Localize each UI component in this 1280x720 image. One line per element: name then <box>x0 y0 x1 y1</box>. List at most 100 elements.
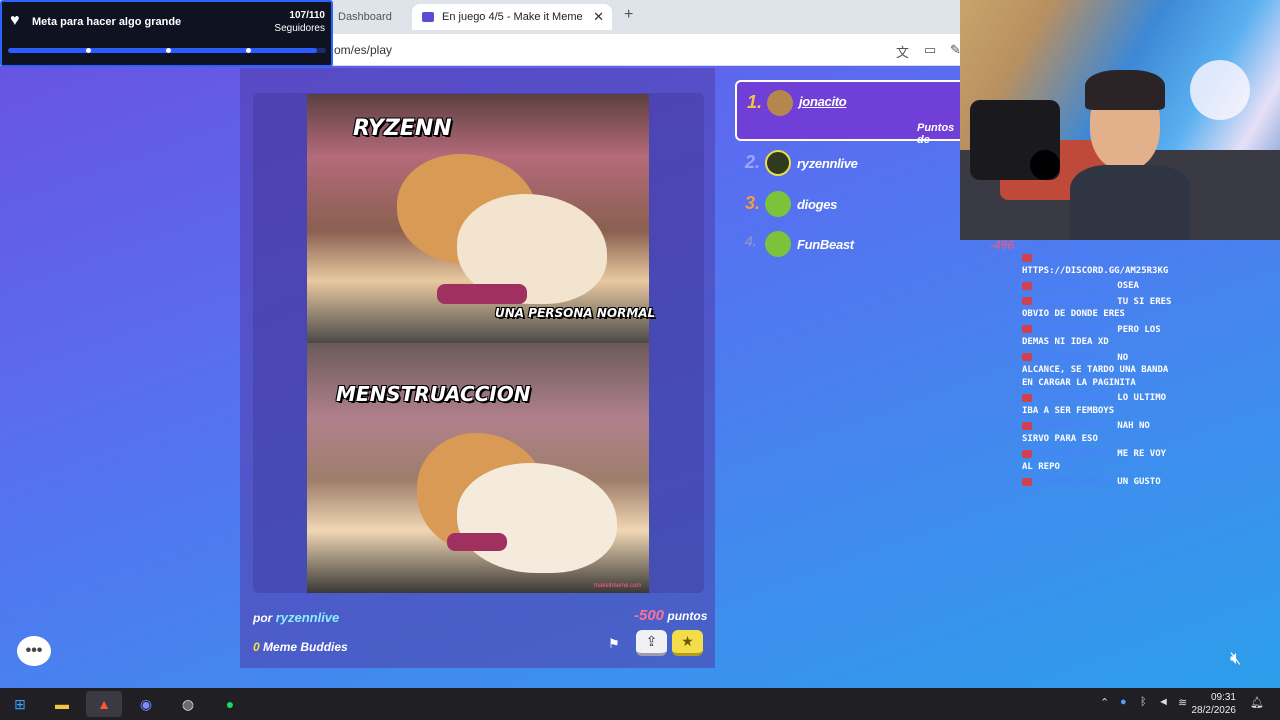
notifications-icon[interactable]: 🔔︎ <box>1250 696 1264 709</box>
clock[interactable]: 09:31 28/2/2026 <box>1192 691 1237 717</box>
chat-text: UN GUSTO <box>1117 477 1161 487</box>
taskbar: ⊞ ▬ ▲ ◉ ◍ ● ⌃ ● ᛒ ◄ ≋ 09:31 28/2/2026 🔔︎ <box>0 688 1280 720</box>
share-button[interactable]: ⇪ <box>636 630 667 656</box>
goal-title: Meta para hacer algo grande <box>32 16 182 28</box>
volume-icon[interactable]: ◄ <box>1158 696 1169 708</box>
brave-browser-icon[interactable]: ▲ <box>86 691 122 717</box>
scoreboard-entry-3: 3. dioges <box>735 189 965 221</box>
badge-icon <box>1022 325 1032 333</box>
report-flag-icon[interactable]: ⚑ <box>608 636 620 652</box>
meme-score-row: -500 puntos <box>634 607 707 624</box>
badge-icon <box>1022 477 1032 486</box>
player-name[interactable]: ryzennlive <box>797 156 858 171</box>
bluetooth-icon[interactable]: ᛒ <box>1140 696 1147 708</box>
obs-icon[interactable]: ◍ <box>170 691 206 717</box>
goal-count: 107/110 <box>289 10 325 21</box>
url-text[interactable]: om/es/play <box>334 43 392 57</box>
avatar <box>765 231 791 257</box>
chat-bubble-button[interactable]: ••• <box>17 636 51 666</box>
tab-title: En juego 4/5 - Make it Meme <box>442 11 583 23</box>
meme-watermark: makeitmeme.com <box>594 583 642 589</box>
meme-top-subcaption: UNA PERSONA NORMAL <box>495 306 656 320</box>
tab-dashboard[interactable]: Dashboard <box>330 4 408 30</box>
badge-icon <box>1022 449 1032 458</box>
rank-number: 3. <box>745 193 761 213</box>
chat-username: ROXXYMIGURDIA: <box>1036 477 1112 487</box>
player-name[interactable]: dioges <box>797 197 837 212</box>
points-label: puntos <box>667 609 708 623</box>
chat-text: OSEA <box>1117 281 1139 291</box>
chat-username: ROXXYMIGURDIA: <box>1036 324 1112 335</box>
favicon-icon <box>422 12 434 22</box>
close-icon[interactable]: ✕ <box>593 9 604 25</box>
chat-text: HTTPS://DISCORD.GG/AM25R3KG <box>1022 265 1169 276</box>
badge-icon <box>1022 421 1032 430</box>
avatar <box>767 90 793 116</box>
badge-icon <box>1022 253 1032 262</box>
discord-icon[interactable]: ◉ <box>128 691 164 717</box>
rank-number: 2. <box>745 152 761 172</box>
file-explorer-icon[interactable]: ▬ <box>44 691 80 717</box>
scoreboard-entry-4: 4. FunBeast <box>735 229 965 261</box>
meme-top-caption: RYZENN <box>353 116 452 141</box>
share-icon: ⇪ <box>645 633 658 649</box>
chat-message: ROXXYMIGURDIA: NAH NO SIRVO PARA ESO <box>1022 420 1172 445</box>
spotify-icon[interactable]: ● <box>212 691 248 717</box>
translate-icon[interactable]: 文 <box>896 42 909 61</box>
buddies-label: Meme Buddies <box>263 640 348 654</box>
goal-label: Seguidores <box>274 23 325 34</box>
goal-marker <box>86 48 91 53</box>
cast-icon[interactable]: ▭ <box>924 42 936 58</box>
meme-bottom-caption: MENSTRUACCION <box>336 382 531 406</box>
scoreboard-entry-2: 2. ryzennlive <box>735 148 965 180</box>
badge-icon <box>1022 353 1032 361</box>
author-name[interactable]: ryzennlive <box>276 610 340 625</box>
chat-message: ROXXYMIGURDIA: ME RE VOY AL REPO <box>1022 448 1172 473</box>
star-icon: ★ <box>681 633 694 649</box>
goal-progress-fill <box>8 48 318 53</box>
tray-chevron-icon[interactable]: ⌃ <box>1100 696 1109 709</box>
webcam-feed <box>960 0 1280 240</box>
windows-start-icon[interactable]: ⊞ <box>2 691 38 717</box>
chat-dots-icon: ••• <box>25 642 43 659</box>
chat-username: ROXXYMIGURDIA: <box>1036 352 1112 363</box>
chat-message: ROXXYMIGURDIA: TU SI ERES OBVIO DE DONDE… <box>1022 296 1172 321</box>
player-name[interactable]: jonacito <box>799 94 847 109</box>
mute-icon[interactable]: 🔇︎ <box>1230 648 1241 669</box>
rank-number: 1. <box>747 92 763 112</box>
wifi-icon[interactable]: ≋ <box>1178 696 1187 709</box>
favorite-button[interactable]: ★ <box>672 630 703 656</box>
chat-message: ROXXYMIGURDIA: OSEA <box>1022 280 1172 293</box>
tab-make-it-meme[interactable]: En juego 4/5 - Make it Meme ✕ <box>412 4 612 30</box>
rank-number: 4. <box>745 233 757 249</box>
badge-icon <box>1022 281 1032 290</box>
chat-username: ROXXYMIGURDIA: <box>1036 393 1112 403</box>
avatar <box>765 150 791 176</box>
microphone-icon[interactable]: ● <box>1120 696 1127 708</box>
buddies-count: 0 <box>253 640 260 654</box>
chat-message: ROXXYMIGURDIA: PERO LOS DEMAS NI IDEA XD <box>1022 324 1172 349</box>
by-label: por <box>253 611 273 625</box>
badge-icon <box>1022 393 1032 402</box>
avatar <box>765 191 791 217</box>
chat-username: ROXXYMIGURDIA: <box>1036 281 1112 291</box>
goal-marker <box>166 48 171 53</box>
new-tab-button[interactable]: + <box>624 6 633 24</box>
clock-date: 28/2/2026 <box>1191 705 1237 716</box>
chat-message: JONASCITOPRIME: HTTPS://DISCORD.GG/AM25R… <box>1022 252 1172 277</box>
chat-username: ROXXYMIGURDIA: <box>1036 421 1112 431</box>
chat-username: ROXXYMIGURDIA: <box>1036 296 1112 307</box>
meme-author-row: por ryzennlive <box>253 610 339 625</box>
overlay-score: -496 <box>990 238 1015 252</box>
buddies-row: 0 Meme Buddies <box>253 640 348 654</box>
player-points-label: Puntos de <box>917 122 955 146</box>
badge-icon <box>1022 297 1032 305</box>
stream-chat: JONASCITOPRIME: HTTPS://DISCORD.GG/AM25R… <box>1022 252 1172 492</box>
chat-username: JONASCITOPRIME: <box>1036 253 1118 263</box>
heart-icon: ♥ <box>10 12 20 29</box>
meme-image-bottom <box>307 343 649 593</box>
chat-message: ROXXYMIGURDIA: UN GUSTO <box>1022 476 1172 489</box>
follower-goal-widget: ♥ Meta para hacer algo grande 107/110 Se… <box>0 0 333 67</box>
meme-score: -500 <box>634 607 665 624</box>
player-name[interactable]: FunBeast <box>797 237 854 252</box>
